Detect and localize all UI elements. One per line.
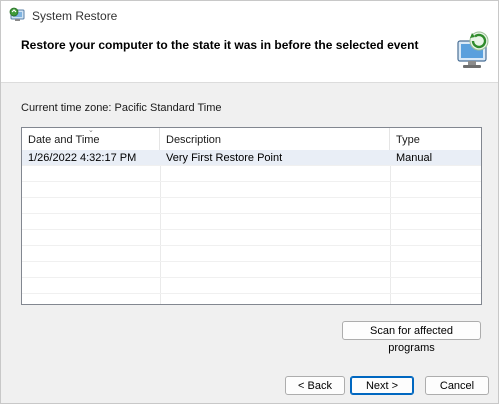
next-button[interactable]: Next > xyxy=(350,376,414,395)
empty-row xyxy=(22,198,481,214)
column-type[interactable]: Type xyxy=(390,128,481,150)
page-title: Restore your computer to the state it wa… xyxy=(21,38,419,52)
window-title: System Restore xyxy=(32,9,118,23)
system-restore-icon xyxy=(9,7,25,21)
empty-row xyxy=(22,166,481,182)
cancel-button[interactable]: Cancel xyxy=(425,376,489,395)
column-description[interactable]: Description xyxy=(160,128,390,150)
wizard-header: Restore your computer to the state it wa… xyxy=(1,29,498,83)
empty-row xyxy=(22,246,481,262)
table-row[interactable]: 1/26/2022 4:32:17 PM Very First Restore … xyxy=(22,150,481,166)
system-restore-window: System Restore Restore your computer to … xyxy=(0,0,499,404)
title-bar[interactable]: System Restore xyxy=(1,1,498,29)
column-description-label: Description xyxy=(166,134,222,146)
cell-date: 1/26/2022 4:32:17 PM xyxy=(28,152,137,164)
empty-row xyxy=(22,182,481,198)
table-header: ⌄ Date and Time Description Type xyxy=(22,128,481,151)
empty-row xyxy=(22,230,481,246)
scan-affected-programs-button[interactable]: Scan for affected programs xyxy=(342,321,481,354)
empty-row xyxy=(22,262,481,278)
timezone-label: Current time zone: Pacific Standard Time xyxy=(21,102,222,114)
column-type-label: Type xyxy=(396,134,420,146)
restore-computer-graphic xyxy=(457,31,489,68)
restore-points-table[interactable]: ⌄ Date and Time Description Type 1/26/20… xyxy=(21,127,482,305)
cell-description: Very First Restore Point xyxy=(166,152,283,164)
empty-row xyxy=(22,278,481,294)
back-button[interactable]: < Back xyxy=(285,376,345,395)
sort-arrow-icon: ⌄ xyxy=(88,127,94,134)
column-date-and-time[interactable]: ⌄ Date and Time xyxy=(22,128,160,150)
cell-type: Manual xyxy=(396,152,433,164)
empty-row xyxy=(22,214,481,230)
